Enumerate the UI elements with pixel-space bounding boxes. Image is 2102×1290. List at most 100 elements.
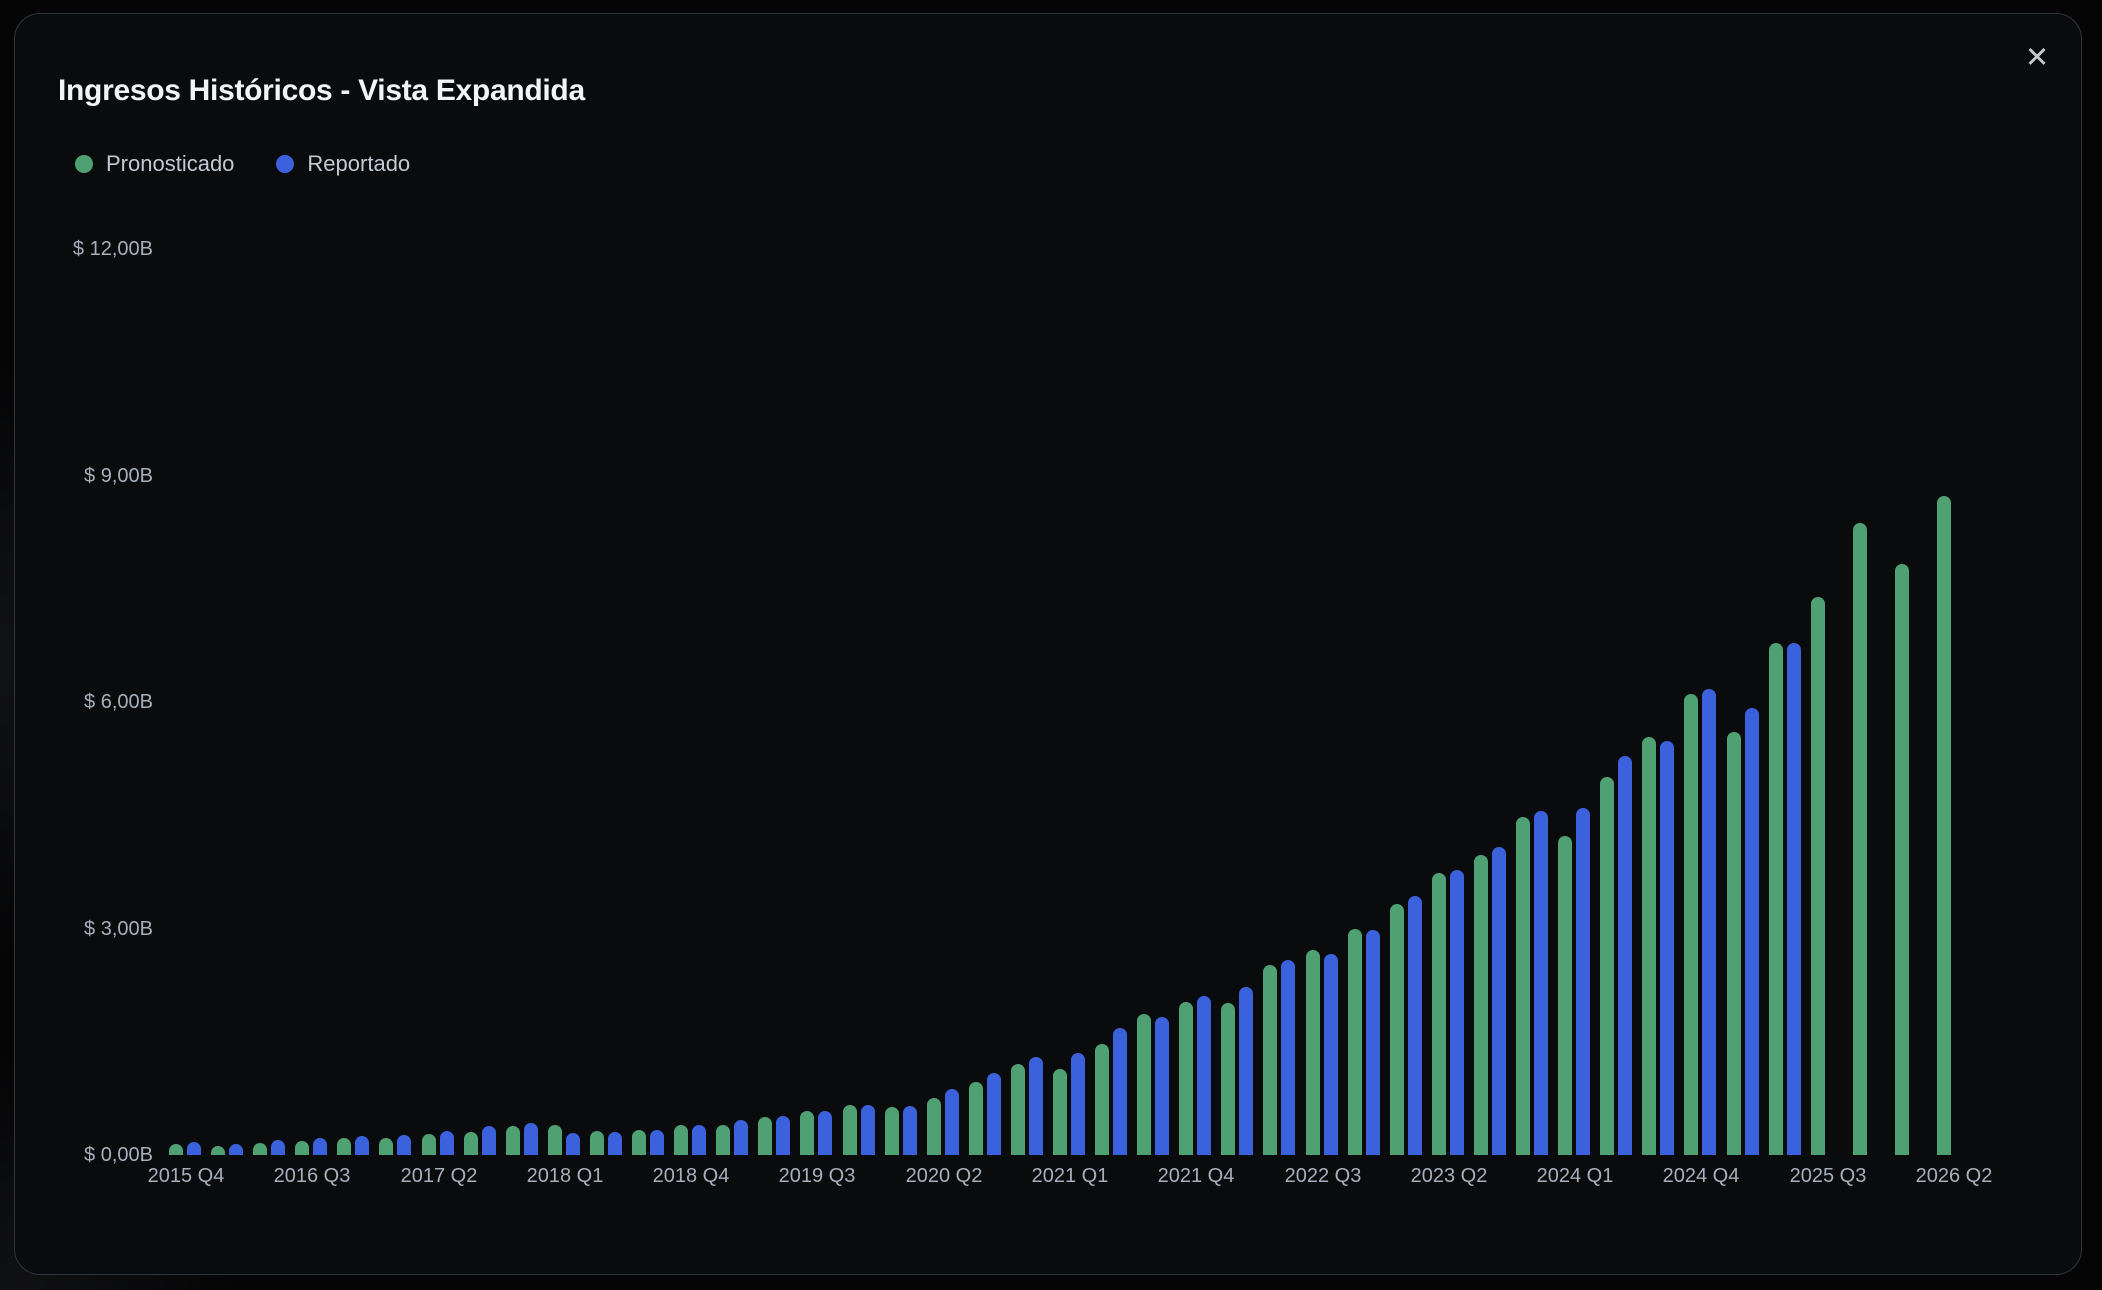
bar-pronosticado[interactable] bbox=[1011, 1064, 1025, 1155]
bar-pronosticado[interactable] bbox=[1853, 523, 1867, 1155]
bar-reportado[interactable] bbox=[1029, 1057, 1043, 1155]
bar-reportado[interactable] bbox=[692, 1125, 706, 1155]
bar-reportado[interactable] bbox=[903, 1106, 917, 1155]
bar-reportado[interactable] bbox=[945, 1089, 959, 1155]
bar-reportado[interactable] bbox=[1324, 954, 1338, 1155]
bar-reportado[interactable] bbox=[187, 1142, 201, 1155]
y-axis-label: $ 12,00B bbox=[72, 238, 153, 260]
bar-reportado[interactable] bbox=[1745, 708, 1759, 1155]
y-axis-label: $ 3,00B bbox=[84, 918, 153, 940]
bar-pronosticado[interactable] bbox=[253, 1143, 267, 1155]
bar-reportado[interactable] bbox=[355, 1136, 369, 1155]
bar-pronosticado[interactable] bbox=[422, 1134, 436, 1155]
bar-reportado[interactable] bbox=[271, 1140, 285, 1155]
bar-pronosticado[interactable] bbox=[1137, 1014, 1151, 1155]
bar-pronosticado[interactable] bbox=[1558, 836, 1572, 1155]
bar-pronosticado[interactable] bbox=[1221, 1003, 1235, 1155]
bar-reportado[interactable] bbox=[566, 1133, 580, 1155]
bar-pronosticado[interactable] bbox=[927, 1098, 941, 1155]
bar-reportado[interactable] bbox=[482, 1126, 496, 1155]
x-axis-label: 2024 Q1 bbox=[1536, 1165, 1614, 1187]
bar-reportado[interactable] bbox=[1197, 996, 1211, 1155]
x-axis-label: 2015 Q4 bbox=[147, 1165, 225, 1187]
x-axis-label: 2024 Q4 bbox=[1662, 1165, 1740, 1187]
bar-reportado[interactable] bbox=[1408, 896, 1422, 1155]
bar-reportado[interactable] bbox=[1113, 1028, 1127, 1155]
bar-reportado[interactable] bbox=[1534, 811, 1548, 1155]
bar-pronosticado[interactable] bbox=[1937, 496, 1951, 1155]
bar-reportado[interactable] bbox=[1702, 689, 1716, 1155]
bar-reportado[interactable] bbox=[1660, 741, 1674, 1155]
bar-pronosticado[interactable] bbox=[1516, 817, 1530, 1155]
bar-reportado[interactable] bbox=[1366, 930, 1380, 1155]
x-axis-label: 2020 Q2 bbox=[905, 1165, 983, 1187]
x-axis-label: 2019 Q3 bbox=[778, 1165, 856, 1187]
bar-pronosticado[interactable] bbox=[674, 1125, 688, 1155]
bar-reportado[interactable] bbox=[987, 1073, 1001, 1155]
x-axis-label: 2025 Q3 bbox=[1789, 1165, 1867, 1187]
bar-reportado[interactable] bbox=[313, 1138, 327, 1155]
bar-pronosticado[interactable] bbox=[969, 1082, 983, 1155]
bar-reportado[interactable] bbox=[1239, 987, 1253, 1155]
bar-pronosticado[interactable] bbox=[169, 1144, 183, 1155]
bar-reportado[interactable] bbox=[861, 1105, 875, 1155]
bar-reportado[interactable] bbox=[229, 1144, 243, 1155]
bar-reportado[interactable] bbox=[650, 1130, 664, 1155]
bar-pronosticado[interactable] bbox=[758, 1117, 772, 1155]
bar-pronosticado[interactable] bbox=[885, 1107, 899, 1155]
bar-pronosticado[interactable] bbox=[632, 1130, 646, 1155]
bar-pronosticado[interactable] bbox=[464, 1132, 478, 1155]
bar-pronosticado[interactable] bbox=[1727, 732, 1741, 1155]
bar-pronosticado[interactable] bbox=[1642, 737, 1656, 1155]
bar-pronosticado[interactable] bbox=[1895, 564, 1909, 1155]
bar-pronosticado[interactable] bbox=[337, 1138, 351, 1155]
bar-reportado[interactable] bbox=[1618, 756, 1632, 1155]
bar-reportado[interactable] bbox=[1071, 1053, 1085, 1155]
bar-reportado[interactable] bbox=[1492, 847, 1506, 1155]
bar-reportado[interactable] bbox=[734, 1120, 748, 1155]
bar-pronosticado[interactable] bbox=[843, 1105, 857, 1155]
x-axis-label: 2016 Q3 bbox=[273, 1165, 351, 1187]
bar-reportado[interactable] bbox=[608, 1132, 622, 1155]
bar-reportado[interactable] bbox=[776, 1116, 790, 1155]
bar-reportado[interactable] bbox=[524, 1123, 538, 1155]
x-axis-label: 2026 Q2 bbox=[1915, 1165, 1993, 1187]
bar-pronosticado[interactable] bbox=[1263, 965, 1277, 1155]
bar-pronosticado[interactable] bbox=[379, 1138, 393, 1155]
bar-pronosticado[interactable] bbox=[506, 1126, 520, 1155]
x-axis-label: 2021 Q4 bbox=[1157, 1165, 1235, 1187]
bar-reportado[interactable] bbox=[818, 1111, 832, 1155]
bar-pronosticado[interactable] bbox=[716, 1125, 730, 1155]
bar-reportado[interactable] bbox=[397, 1135, 411, 1155]
bar-pronosticado[interactable] bbox=[1053, 1069, 1067, 1155]
bar-pronosticado[interactable] bbox=[1811, 597, 1825, 1155]
bar-pronosticado[interactable] bbox=[1348, 929, 1362, 1155]
bar-pronosticado[interactable] bbox=[1769, 643, 1783, 1155]
bar-reportado[interactable] bbox=[1281, 960, 1295, 1155]
bar-pronosticado[interactable] bbox=[1684, 694, 1698, 1155]
bar-reportado[interactable] bbox=[1155, 1017, 1169, 1155]
bar-pronosticado[interactable] bbox=[1179, 1002, 1193, 1155]
x-axis-label: 2023 Q2 bbox=[1410, 1165, 1488, 1187]
bar-reportado[interactable] bbox=[1576, 808, 1590, 1155]
bar-pronosticado[interactable] bbox=[1600, 777, 1614, 1155]
bar-pronosticado[interactable] bbox=[800, 1111, 814, 1155]
bar-pronosticado[interactable] bbox=[1432, 873, 1446, 1155]
bar-chart-plot: $ 0,00B $ 3,00B $ 6,00B $ 9,00B $ 12,00B 201… bbox=[15, 14, 2083, 1276]
bar-reportado[interactable] bbox=[1787, 643, 1801, 1155]
bar-pronosticado[interactable] bbox=[295, 1141, 309, 1155]
bar-reportado[interactable] bbox=[1450, 870, 1464, 1155]
bar-pronosticado[interactable] bbox=[590, 1131, 604, 1155]
y-axis-label: $ 6,00B bbox=[84, 691, 153, 713]
bar-pronosticado[interactable] bbox=[1390, 904, 1404, 1155]
bar-pronosticado[interactable] bbox=[1095, 1044, 1109, 1155]
y-axis: $ 0,00B $ 3,00B $ 6,00B $ 9,00B $ 12,00B bbox=[65, 14, 153, 1204]
x-axis-label: 2018 Q1 bbox=[526, 1165, 604, 1187]
x-axis-label: 2022 Q3 bbox=[1284, 1165, 1362, 1187]
bar-reportado[interactable] bbox=[440, 1131, 454, 1155]
x-axis-label: 2017 Q2 bbox=[400, 1165, 478, 1187]
bar-pronosticado[interactable] bbox=[211, 1146, 225, 1155]
bar-pronosticado[interactable] bbox=[548, 1125, 562, 1155]
bar-pronosticado[interactable] bbox=[1474, 855, 1488, 1155]
bar-pronosticado[interactable] bbox=[1306, 950, 1320, 1155]
